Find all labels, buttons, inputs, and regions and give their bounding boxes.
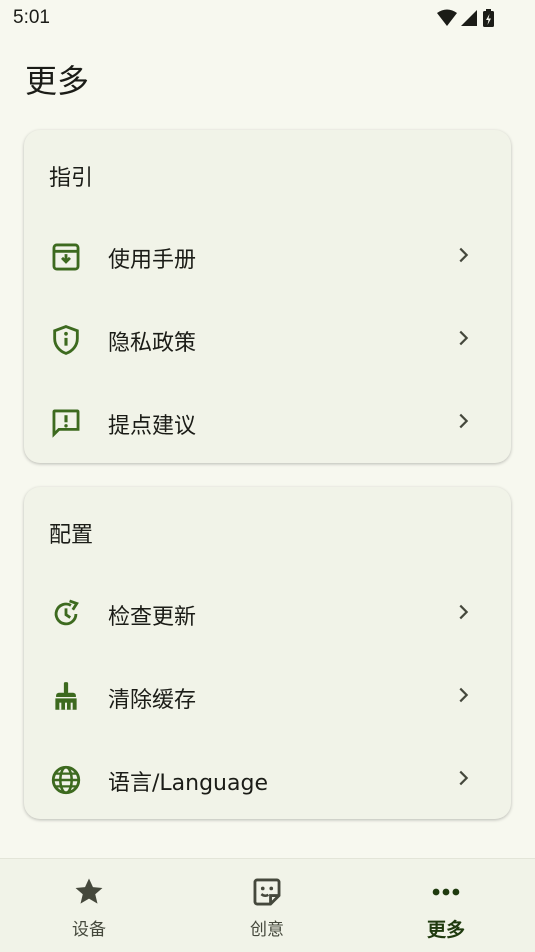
nav-label-more: 更多 (426, 919, 465, 941)
chevron-right-icon (459, 413, 469, 429)
manual-download-icon (52, 243, 80, 271)
nav-label-devices: 设备 (72, 920, 106, 940)
sticker-icon (253, 878, 281, 906)
chevron-right-icon (459, 770, 469, 786)
section-title-guide: 指引 (49, 166, 94, 191)
row-label-manual: 使用手册 (108, 248, 197, 273)
chevron-right-icon (459, 247, 469, 263)
more-horiz-icon (432, 888, 460, 896)
feedback-icon (52, 409, 80, 438)
row-label-privacy: 隐私政策 (108, 331, 197, 356)
battery-icon (483, 9, 494, 27)
status-time: 5:01 (13, 7, 50, 28)
signal-icon (461, 10, 477, 26)
nav-item-more[interactable]: 更多 (357, 859, 535, 952)
star-icon (75, 878, 103, 904)
globe-icon (51, 765, 81, 795)
broom-icon (55, 682, 77, 710)
chevron-right-icon (459, 330, 469, 346)
nav-label-ideas: 创意 (250, 920, 284, 940)
chevron-right-icon (459, 687, 469, 703)
row-clear-cache[interactable]: 清除缓存 (24, 660, 511, 730)
row-manual[interactable]: 使用手册 (24, 220, 511, 290)
guide-card: 指引 使用手册 隐私政策 提点建议 (24, 130, 511, 463)
row-label-feedback: 提点建议 (108, 414, 197, 439)
row-privacy[interactable]: 隐私政策 (24, 303, 511, 373)
row-label-language: 语言/Language (108, 771, 268, 796)
row-check-update[interactable]: 检查更新 (24, 577, 511, 647)
wifi-icon (437, 9, 457, 26)
status-icons (437, 9, 494, 27)
bottom-nav: 设备 创意 更多 (0, 858, 535, 952)
section-title-settings: 配置 (49, 523, 94, 548)
update-icon (54, 599, 79, 626)
row-language[interactable]: 语言/Language (24, 743, 511, 813)
nav-item-ideas[interactable]: 创意 (178, 859, 356, 952)
settings-card: 配置 检查更新 清除缓存 语言/Language (24, 487, 511, 819)
row-label-check-update: 检查更新 (108, 605, 197, 630)
nav-item-devices[interactable]: 设备 (0, 859, 178, 952)
row-label-clear-cache: 清除缓存 (108, 688, 197, 713)
page-title: 更多 (25, 62, 90, 100)
chevron-right-icon (459, 604, 469, 620)
row-feedback[interactable]: 提点建议 (24, 386, 511, 456)
status-bar: 5:01 (0, 0, 535, 36)
privacy-shield-icon (53, 325, 79, 355)
